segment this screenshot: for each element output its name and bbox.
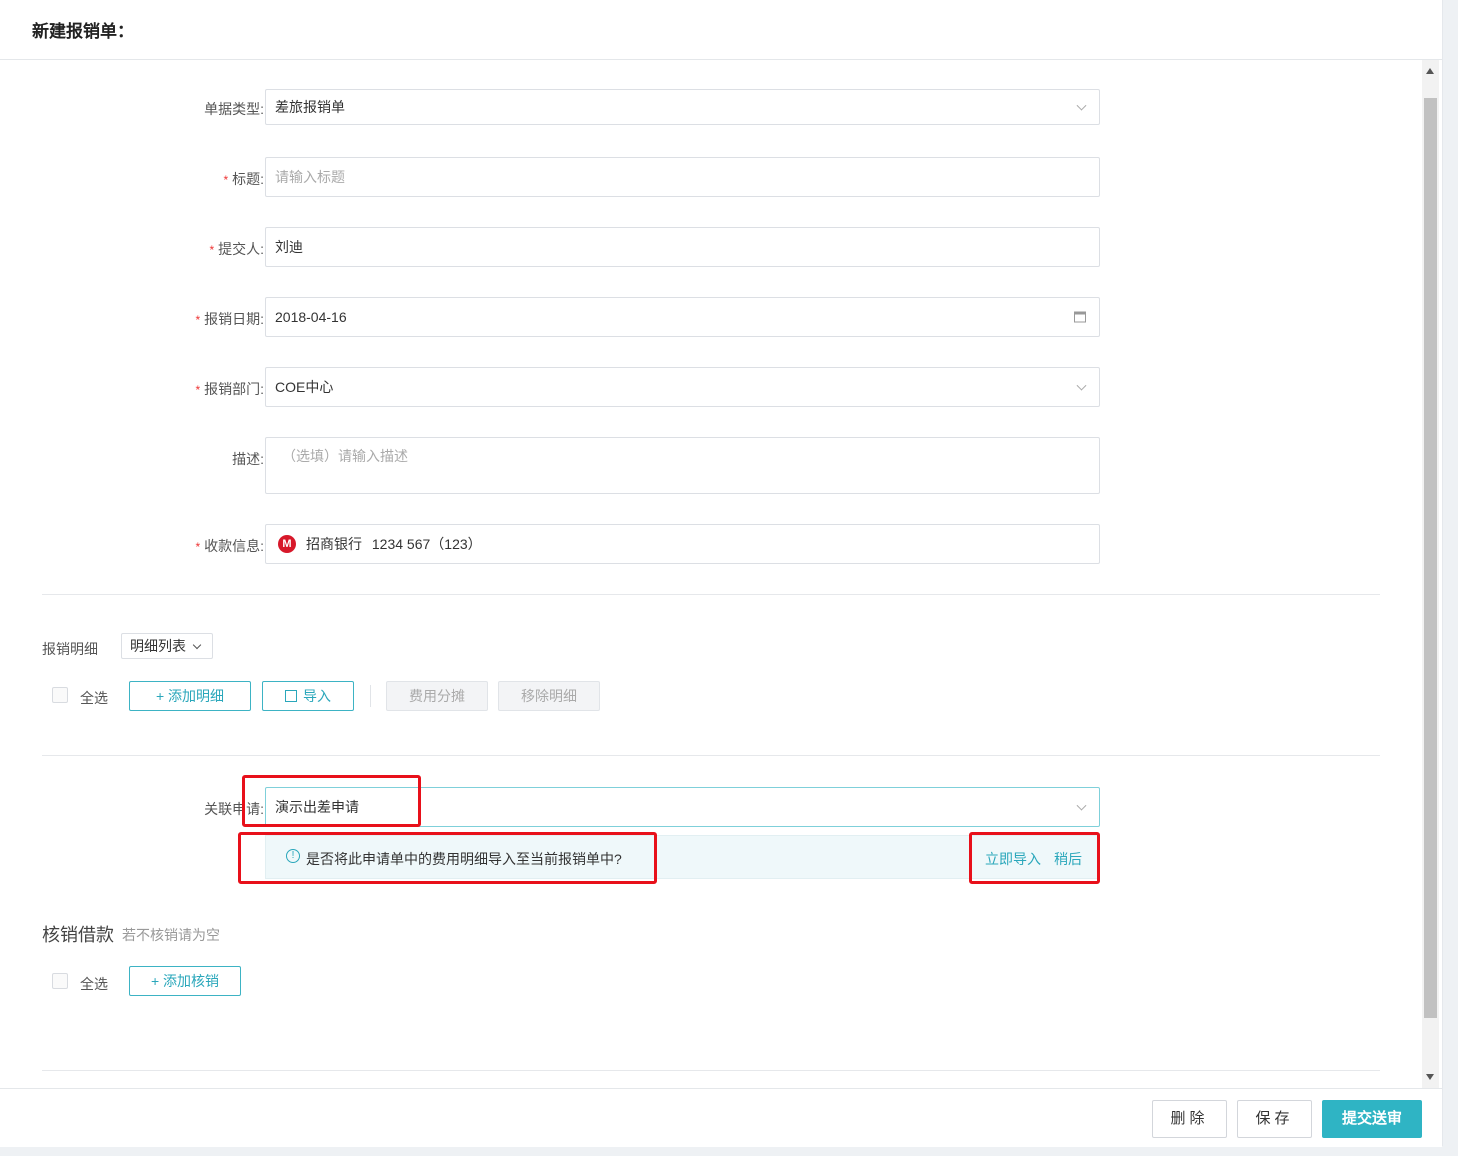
row-description: 描述: （选填）请输入描述: [0, 437, 1120, 494]
delete-button[interactable]: 删除: [1152, 1100, 1227, 1138]
details-view-value: 明细列表: [130, 638, 186, 654]
title-label: * 标题:: [223, 171, 264, 187]
payee-select[interactable]: M 招商银行 1234 567（123）: [265, 524, 1100, 564]
description-label: 描述:: [232, 451, 264, 467]
alert-text: 是否将此申请单中的费用明细导入至当前报销单中?: [306, 851, 622, 867]
row-doc-type: 单据类型: 差旅报销单: [0, 89, 1120, 125]
details-select-all-checkbox[interactable]: [52, 687, 68, 703]
date-value: 2018-04-16: [275, 309, 347, 325]
divider: [42, 594, 1380, 595]
footer-bar: 删除 保存 提交送审: [0, 1088, 1442, 1147]
divider: [42, 1070, 1380, 1071]
calendar-icon[interactable]: [1074, 311, 1086, 323]
row-submitter: * 提交人: 刘迪: [0, 227, 1120, 267]
import-icon: [285, 690, 297, 702]
submitter-input[interactable]: 刘迪: [265, 227, 1100, 267]
related-select[interactable]: 演示出差申请: [265, 787, 1100, 827]
title-placeholder: 请输入标题: [275, 169, 345, 185]
description-placeholder: （选填）请输入描述: [282, 448, 408, 464]
department-label: * 报销部门:: [195, 381, 264, 397]
details-label: 报销明细: [42, 641, 98, 657]
department-value: COE中心: [275, 379, 334, 395]
submitter-value: 刘迪: [275, 239, 303, 255]
department-select[interactable]: COE中心: [265, 367, 1100, 407]
import-prompt-alert: ! 是否将此申请单中的费用明细导入至当前报销单中? 立即导入 稍后: [265, 835, 1100, 879]
form-panel: 新建报销单： 单据类型: 差旅报销单 *标题: 请输入标题 *提交人: 刘迪: [0, 0, 1443, 1147]
import-label: 导入: [303, 688, 331, 704]
related-value: 演示出差申请: [275, 799, 359, 815]
writeoff-hint: 若不核销请为空: [122, 927, 220, 943]
page-title: 新建报销单：: [32, 22, 134, 41]
chevron-down-icon: [1076, 380, 1087, 391]
toolbar-separator: [370, 685, 371, 707]
scrollbar-thumb[interactable]: [1424, 98, 1437, 1018]
doc-type-label: 单据类型:: [204, 101, 264, 117]
row-title: * 标题: 请输入标题: [0, 157, 1120, 197]
writeoff-title: 核销借款: [42, 925, 114, 945]
row-date: * 报销日期: 2018-04-16: [0, 297, 1120, 337]
chevron-down-icon: [1076, 800, 1087, 811]
writeoff-select-all-label: 全选: [80, 976, 108, 992]
scroll-up-icon[interactable]: [1426, 68, 1434, 74]
divider: [42, 755, 1380, 756]
later-link[interactable]: 稍后: [1054, 849, 1082, 869]
scroll-down-icon[interactable]: [1426, 1074, 1434, 1080]
add-detail-button[interactable]: + 添加明细: [129, 681, 251, 711]
form-scroll-area: 单据类型: 差旅报销单 * 标题: 请输入标题 * 提交人: 刘迪 * 报销日期: 2…: [0, 60, 1442, 1088]
import-button[interactable]: 导入: [262, 681, 354, 711]
date-picker[interactable]: 2018-04-16: [265, 297, 1100, 337]
chevron-down-icon: [192, 640, 202, 650]
import-now-link[interactable]: 立即导入: [985, 849, 1041, 869]
writeoff-select-all-checkbox[interactable]: [52, 973, 68, 989]
details-select-all-label: 全选: [80, 690, 108, 706]
chevron-down-icon: [1076, 100, 1087, 111]
header: 新建报销单：: [0, 0, 1442, 60]
split-cost-button[interactable]: 费用分摊: [386, 681, 488, 711]
submitter-label: * 提交人:: [209, 241, 264, 257]
remove-detail-button[interactable]: 移除明细: [498, 681, 600, 711]
date-label: * 报销日期:: [195, 311, 264, 327]
add-writeoff-button[interactable]: + 添加核销: [129, 966, 241, 996]
payee-account: 1234 567（123）: [371, 536, 482, 552]
related-label: 关联申请:: [204, 801, 264, 817]
row-department: * 报销部门: COE中心: [0, 367, 1120, 407]
doc-type-select[interactable]: 差旅报销单: [265, 89, 1100, 125]
payee-bank: 招商银行: [306, 536, 362, 552]
bank-logo-icon: M: [278, 535, 296, 553]
row-related: 关联申请: 演示出差申请: [0, 787, 1120, 827]
doc-type-value: 差旅报销单: [275, 99, 345, 115]
submit-button[interactable]: 提交送审: [1322, 1100, 1422, 1138]
info-icon: !: [286, 849, 300, 863]
title-input[interactable]: 请输入标题: [265, 157, 1100, 197]
payee-label: * 收款信息:: [195, 538, 264, 554]
row-payee: * 收款信息: M 招商银行 1234 567（123）: [0, 524, 1120, 564]
details-view-select[interactable]: 明细列表: [121, 633, 213, 659]
description-textarea[interactable]: （选填）请输入描述: [265, 437, 1100, 494]
save-button[interactable]: 保存: [1237, 1100, 1312, 1138]
